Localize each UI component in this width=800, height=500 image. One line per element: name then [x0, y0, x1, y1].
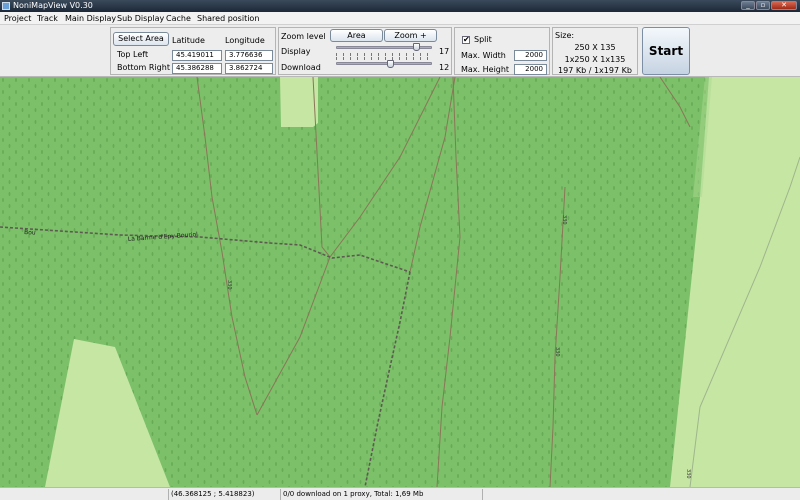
status-download-info: 0/0 download on 1 proxy, Total: 1,69 Mb [280, 489, 482, 500]
road-label-left: Bou [24, 229, 36, 237]
track-marker-2: 330 [561, 215, 567, 225]
maximize-icon: ▫ [760, 1, 766, 9]
max-width-label: Max. Width [461, 51, 506, 60]
close-button[interactable]: ✕ [771, 1, 797, 10]
size-filesize: 197 Kb / 1x197 Kb [558, 66, 632, 75]
split-checkbox[interactable]: ✔ [462, 36, 470, 44]
download-zoom-slider[interactable] [336, 62, 432, 65]
display-zoom-label: Display [281, 47, 311, 56]
minimize-button[interactable]: _ [741, 1, 755, 10]
download-zoom-ticks [336, 57, 432, 60]
display-zoom-thumb[interactable] [413, 43, 420, 51]
title-bar: NoniMapView V0.30 _ ▫ ✕ [0, 0, 800, 12]
menu-main-display[interactable]: Main Display [65, 12, 116, 25]
status-coordinates: (46.368125 ; 5.418823) [168, 489, 280, 500]
track-marker-3: 330 [554, 347, 560, 357]
toolbar: Select Area Latitude Longitude Top Left … [0, 25, 800, 77]
status-empty [482, 489, 800, 500]
bottom-right-longitude-field[interactable]: 3.862724 [225, 63, 273, 74]
download-zoom-label: Download [281, 63, 321, 72]
close-icon: ✕ [781, 1, 787, 9]
start-button[interactable]: Start [642, 27, 690, 75]
size-panel: Size: 250 X 135 1x250 X 1x135 197 Kb / 1… [552, 27, 638, 75]
select-area-button[interactable]: Select Area [113, 32, 169, 46]
download-zoom-thumb[interactable] [387, 60, 394, 68]
window-title: NoniMapView V0.30 [13, 1, 93, 10]
size-dimensions: 250 X 135 [574, 43, 616, 52]
split-label: Split [474, 35, 492, 44]
app-icon [2, 2, 10, 10]
map-canvas: Bou La Barme d'Epy Bouriol 330 330 330 3… [0, 77, 800, 487]
size-tiles: 1x250 X 1x135 [564, 55, 626, 64]
latitude-header: Latitude [172, 36, 205, 45]
download-zoom-value: 12 [439, 63, 450, 72]
track-marker-4: 330 [685, 469, 691, 479]
maximize-button[interactable]: ▫ [756, 1, 770, 10]
max-height-field[interactable]: 2000 [514, 64, 547, 75]
size-label: Size: [555, 31, 575, 40]
zoom-panel: Zoom level Area Zoom + Display 17 Downlo… [278, 27, 452, 75]
menu-sub-display[interactable]: Sub Display [117, 12, 164, 25]
top-left-longitude-field[interactable]: 3.776636 [225, 50, 273, 61]
menu-track[interactable]: Track [37, 12, 58, 25]
longitude-header: Longitude [225, 36, 265, 45]
map-view[interactable]: Bou La Barme d'Epy Bouriol 330 330 330 3… [0, 77, 800, 487]
zoom-plus-button[interactable]: Zoom + [384, 29, 437, 42]
minimize-icon: _ [746, 1, 750, 9]
top-left-latitude-field[interactable]: 45.419011 [172, 50, 222, 61]
menu-shared-position[interactable]: Shared position [197, 12, 259, 25]
meadow-top [280, 77, 318, 127]
status-bar: (46.368125 ; 5.418823) 0/0 download on 1… [0, 487, 800, 500]
display-zoom-value: 17 [439, 47, 450, 56]
menu-cache[interactable]: Cache [166, 12, 191, 25]
top-left-label: Top Left [117, 50, 149, 59]
bottom-right-label: Bottom Right [117, 63, 170, 72]
area-button[interactable]: Area [330, 29, 383, 42]
menu-bar: Project Track Main Display Sub Display C… [0, 12, 800, 25]
zoom-level-label: Zoom level [281, 32, 326, 41]
max-width-field[interactable]: 2000 [514, 50, 547, 61]
area-coordinates-panel: Select Area Latitude Longitude Top Left … [110, 27, 276, 75]
bottom-right-latitude-field[interactable]: 45.386288 [172, 63, 222, 74]
split-panel: ✔ Split Max. Width 2000 Max. Height 2000 [454, 27, 550, 75]
max-height-label: Max. Height [461, 65, 510, 74]
menu-project[interactable]: Project [4, 12, 31, 25]
track-marker-1: 330 [226, 280, 232, 290]
display-zoom-ticks [336, 53, 432, 56]
checkmark-icon: ✔ [463, 35, 470, 44]
